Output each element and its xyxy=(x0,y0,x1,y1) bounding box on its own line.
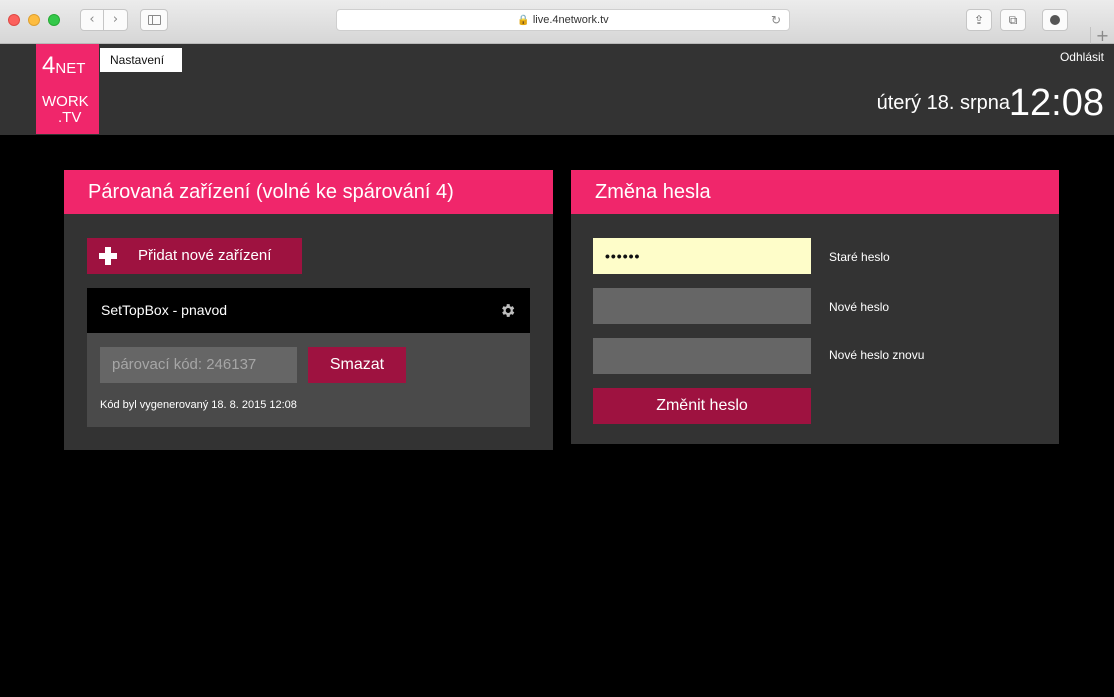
back-button[interactable]: ‹ xyxy=(80,9,104,31)
paired-devices-title: Párovaná zařízení (volné ke spárování 4) xyxy=(64,170,553,214)
pairing-code: párovací kód: 246137 xyxy=(100,347,297,383)
repeat-password-label: Nové heslo znovu xyxy=(829,348,925,362)
logo-line-2: WORK xyxy=(42,93,89,110)
date-display: úterý 18. srpna xyxy=(876,92,1010,114)
address-bar[interactable]: 🔒 live.4network.tv ↻ xyxy=(336,9,790,31)
change-password-button[interactable]: Změnit heslo xyxy=(593,388,811,424)
sidebar-toggle-button[interactable] xyxy=(140,9,168,31)
device-name: SetTopBox - pnavod xyxy=(101,302,228,318)
old-password-input[interactable] xyxy=(593,238,811,274)
share-button[interactable]: ⇪ xyxy=(966,9,992,31)
delete-button[interactable]: Smazat xyxy=(308,347,406,383)
logout-link[interactable]: Odhlásit xyxy=(1060,50,1104,64)
tab-settings[interactable]: Nastavení xyxy=(100,48,182,72)
old-password-label: Staré heslo xyxy=(829,250,890,264)
add-device-label: Přidat nové zařízení xyxy=(138,247,272,264)
tabs-overview-button[interactable]: ⧉ xyxy=(1000,9,1026,31)
forward-button[interactable]: › xyxy=(104,9,128,31)
browser-toolbar: ‹ › 🔒 live.4network.tv ↻ ⇪ ⧉ + xyxy=(0,0,1114,44)
reload-icon[interactable]: ↻ xyxy=(771,10,781,30)
download-icon xyxy=(1050,15,1060,25)
downloads-button[interactable] xyxy=(1042,9,1068,31)
clock-display: 12:08 xyxy=(1008,82,1104,124)
window-close-button[interactable] xyxy=(8,14,20,26)
device-header: SetTopBox - pnavod xyxy=(87,288,530,333)
gear-icon[interactable] xyxy=(499,302,516,319)
window-maximize-button[interactable] xyxy=(48,14,60,26)
url-text: live.4network.tv xyxy=(532,14,609,26)
logo[interactable]: 4NET WORK .TV xyxy=(36,44,99,134)
new-password-input[interactable] xyxy=(593,288,811,324)
logo-line-1: 4NET xyxy=(42,52,86,79)
add-device-button[interactable]: Přidat nové zařízení xyxy=(87,238,302,274)
lock-icon: 🔒 xyxy=(517,15,530,26)
password-change-title: Změna hesla xyxy=(571,170,1059,214)
device-card: SetTopBox - pnavod párovací kód: 246137 … xyxy=(87,288,530,427)
window-minimize-button[interactable] xyxy=(28,14,40,26)
code-generated-note: Kód byl vygenerovaný 18. 8. 2015 12:08 xyxy=(100,399,297,411)
logo-line-3: .TV xyxy=(58,109,82,126)
new-tab-button[interactable]: + xyxy=(1090,27,1114,44)
new-password-label: Nové heslo xyxy=(829,300,890,314)
plus-icon xyxy=(99,247,117,265)
password-change-panel: Změna hesla Staré heslo Nové heslo Nové … xyxy=(571,170,1059,444)
sidebar-icon xyxy=(148,15,161,25)
paired-devices-panel: Párovaná zařízení (volné ke spárování 4)… xyxy=(64,170,553,450)
repeat-password-input[interactable] xyxy=(593,338,811,374)
